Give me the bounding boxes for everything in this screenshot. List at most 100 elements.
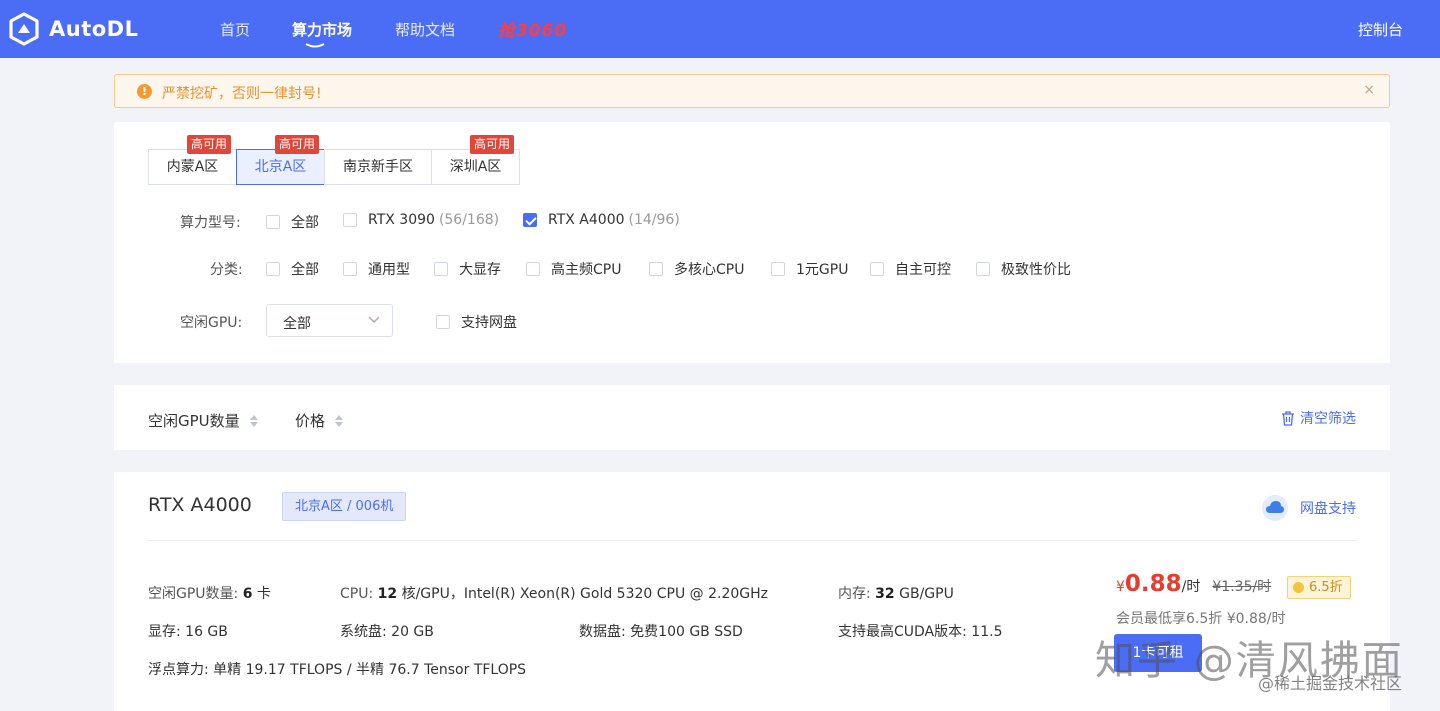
price-value: 0.88 xyxy=(1124,571,1182,597)
system-disk-spec: 系统盘: 20 GB xyxy=(340,624,434,640)
category-general-checkbox[interactable]: 通用型 xyxy=(343,259,410,279)
option-label: 大显存 xyxy=(459,262,501,278)
high-availability-badge: 高可用 xyxy=(470,135,515,154)
category-high-freq-cpu-checkbox[interactable]: 高主频CPU xyxy=(526,259,621,279)
availability-count: (14/96) xyxy=(628,212,680,228)
logo[interactable]: AutoDL xyxy=(7,12,138,46)
category-all-checkbox[interactable]: 全部 xyxy=(266,259,319,279)
cuda-version-spec: 支持最高CUDA版本: 11.5 xyxy=(838,624,1003,640)
member-price-note: 会员最低享6.5折 ¥0.88/时 xyxy=(1116,611,1286,627)
idle-gpu-select[interactable]: 全部 xyxy=(266,304,393,337)
nav-compute-market-label: 算力市场 xyxy=(292,21,353,39)
sort-bar: 空闲GPU数量 价格 清空筛选 xyxy=(114,385,1390,450)
category-best-value-checkbox[interactable]: 极致性价比 xyxy=(976,259,1071,279)
sort-arrows-icon xyxy=(335,414,344,427)
coin-icon xyxy=(1293,582,1304,593)
checkbox-box xyxy=(343,213,357,227)
checkbox-box xyxy=(976,262,990,276)
active-nav-underline xyxy=(305,43,325,48)
region-label: 深圳A区 xyxy=(449,159,502,175)
sort-arrows-icon xyxy=(249,414,258,427)
region-label: 北京A区 xyxy=(254,159,307,175)
checkbox-box xyxy=(771,262,785,276)
clear-filters-button[interactable]: 清空筛选 xyxy=(1281,408,1356,428)
option-label: 极致性价比 xyxy=(1001,262,1071,278)
location-tag: 北京A区 / 006机 xyxy=(282,492,407,521)
spec-key: 空闲GPU数量: xyxy=(148,586,239,602)
vram-spec: 显存: 16 GB xyxy=(148,624,228,640)
divider xyxy=(148,540,1356,541)
checkbox-box xyxy=(434,262,448,276)
spec-value: 6 xyxy=(242,586,253,602)
category-self-controlled-checkbox[interactable]: 自主可控 xyxy=(870,259,951,279)
clear-filters-label: 清空筛选 xyxy=(1300,411,1356,427)
spec-key: 内存: xyxy=(838,586,871,602)
sort-label: 空闲GPU数量 xyxy=(148,412,240,430)
sort-price[interactable]: 价格 xyxy=(295,410,344,431)
high-availability-badge: 高可用 xyxy=(275,135,320,154)
checkbox-box xyxy=(526,262,540,276)
category-multicore-cpu-checkbox[interactable]: 多核心CPU xyxy=(649,259,744,279)
current-price: ¥0.88 xyxy=(1116,571,1182,597)
nav-compute-market[interactable]: 算力市场 xyxy=(292,19,353,48)
spec-key: CPU: xyxy=(340,586,374,602)
checkbox-box-checked xyxy=(523,213,537,227)
watermark-sub: @稀土掘金技术社区 xyxy=(1258,674,1403,693)
filter-panel: 内蒙A区 高可用 北京A区 高可用 南京新手区 深圳A区 高可用 算力型号: 全… xyxy=(114,122,1390,363)
cpu-spec: CPU: 12 核/GPU，Intel(R) Xeon(R) Gold 5320… xyxy=(340,583,768,603)
trash-icon xyxy=(1282,410,1294,426)
region-tab-nanjing-newbie[interactable]: 南京新手区 xyxy=(324,149,432,185)
category-large-vram-checkbox[interactable]: 大显存 xyxy=(434,259,501,279)
memory-spec: 内存: 32 GB/GPU xyxy=(838,583,954,603)
logo-text: AutoDL xyxy=(49,17,139,41)
checkbox-box xyxy=(870,262,884,276)
option-label: 多核心CPU xyxy=(674,262,745,278)
checkbox-box xyxy=(266,262,280,276)
checkbox-box xyxy=(266,215,280,229)
price-unit: /时 xyxy=(1181,579,1201,595)
option-label: 高主频CPU xyxy=(551,262,622,278)
region-label: 南京新手区 xyxy=(343,159,413,175)
category-label: 分类: xyxy=(210,262,243,278)
option-label: RTX 3090 xyxy=(368,212,435,228)
warning-alert: ! 严禁挖矿，否则一律封号! × xyxy=(114,74,1390,108)
option-label: 支持网盘 xyxy=(461,315,517,331)
sort-idle-gpu-count[interactable]: 空闲GPU数量 xyxy=(148,410,258,431)
checkbox-box xyxy=(343,262,357,276)
idle-gpu-label: 空闲GPU: xyxy=(180,315,243,331)
spec-detail: 核/GPU，Intel(R) Xeon(R) Gold 5320 CPU @ 2… xyxy=(401,586,769,602)
net-disk-support: 网盘支持 xyxy=(1262,495,1356,521)
option-label: 1元GPU xyxy=(796,262,849,278)
close-icon[interactable]: × xyxy=(1363,82,1375,98)
cloud-icon xyxy=(1262,495,1288,521)
nav-home[interactable]: 首页 xyxy=(220,19,250,40)
net-disk-support-label: 网盘支持 xyxy=(1300,501,1356,517)
region-tab-shenzhen-a[interactable]: 深圳A区 xyxy=(431,149,520,185)
net-disk-support-checkbox[interactable]: 支持网盘 xyxy=(436,312,517,332)
nav-help-docs[interactable]: 帮助文档 xyxy=(395,19,455,40)
option-label: 通用型 xyxy=(368,262,410,278)
option-label: RTX A4000 xyxy=(548,212,625,228)
discount-label: 6.5折 xyxy=(1309,580,1343,595)
option-label: 自主可控 xyxy=(895,262,951,278)
idle-gpu-count-spec: 空闲GPU数量: 6 卡 xyxy=(148,583,271,603)
category-1yuan-gpu-checkbox[interactable]: 1元GPU xyxy=(771,259,848,279)
gpu-name: RTX A4000 xyxy=(148,494,252,516)
gpu-model-rtx3090-checkbox[interactable]: RTX 3090 (56/168) xyxy=(343,212,499,228)
spec-unit: GB/GPU xyxy=(899,586,954,602)
option-label: 全部 xyxy=(291,262,319,278)
warning-icon: ! xyxy=(137,84,152,99)
spec-value: 32 xyxy=(875,586,895,602)
spec-value: 12 xyxy=(377,586,398,602)
data-disk-spec: 数据盘: 免费100 GB SSD xyxy=(579,624,743,640)
region-tab-beijing-a[interactable]: 北京A区 xyxy=(236,149,325,185)
gpu-model-all-checkbox[interactable]: 全部 xyxy=(266,212,319,232)
chevron-down-icon xyxy=(368,316,380,323)
console-link[interactable]: 控制台 xyxy=(1358,19,1403,40)
gpu-model-rtxa4000-checkbox[interactable]: RTX A4000 (14/96) xyxy=(523,212,680,228)
alert-text: 严禁挖矿，否则一律封号! xyxy=(162,86,322,102)
nav-promo-3060[interactable]: 抢3060 xyxy=(498,16,567,41)
autodl-logo-icon xyxy=(9,12,39,46)
high-availability-badge: 高可用 xyxy=(187,135,232,154)
region-tab-neimeng-a[interactable]: 内蒙A区 xyxy=(148,149,237,185)
